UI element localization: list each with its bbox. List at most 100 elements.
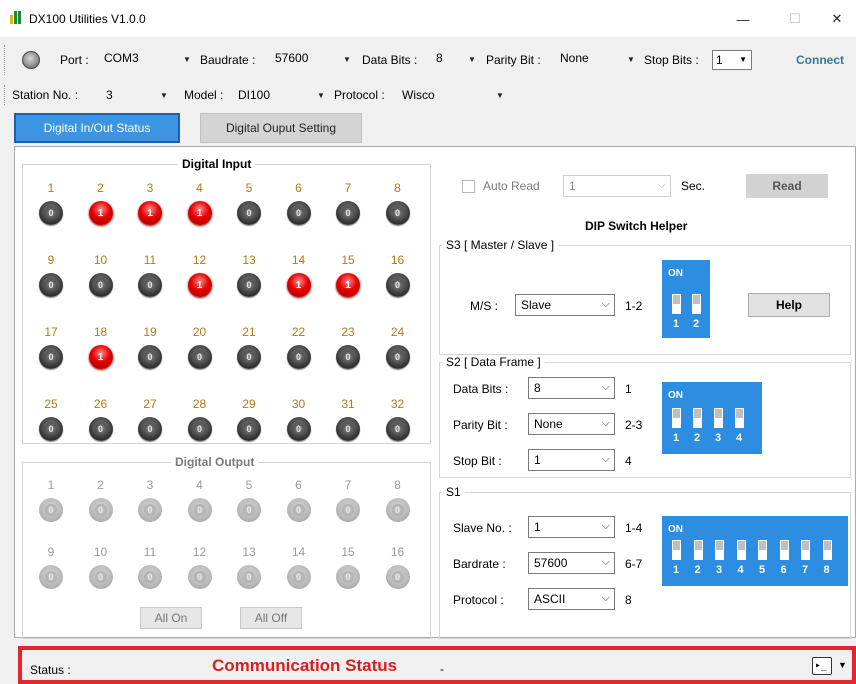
all-off-button[interactable]: All Off bbox=[240, 607, 302, 629]
digital-input-number: 10 bbox=[93, 253, 108, 267]
dip-switch-toggle bbox=[672, 408, 681, 428]
auto-read-interval-select[interactable]: 1 ⌵ bbox=[563, 175, 671, 197]
maximize-button[interactable]: ☐ bbox=[772, 6, 818, 32]
baudrate-chevron-down-icon[interactable]: ▼ bbox=[343, 55, 351, 64]
parity-select[interactable]: None bbox=[560, 51, 589, 65]
dip-switch-toggle bbox=[801, 540, 810, 560]
window-title: DX100 Utilities V1.0.0 bbox=[29, 12, 146, 26]
s2-title: S2 [ Data Frame ] bbox=[442, 355, 545, 369]
help-button[interactable]: Help bbox=[748, 293, 830, 317]
close-button[interactable]: ✕ bbox=[818, 6, 856, 32]
bardrate-label: Bardrate : bbox=[453, 557, 506, 571]
digital-output-led-button[interactable]: 0 bbox=[336, 498, 360, 522]
dip-switch-number: 2 bbox=[692, 318, 700, 330]
digital-input-number: 28 bbox=[192, 397, 207, 411]
baudrate-select[interactable]: 57600 bbox=[275, 51, 308, 65]
port-select[interactable]: COM3 bbox=[104, 51, 139, 65]
digital-input-led-icon: 1 bbox=[286, 273, 311, 297]
dip-switch-toggle bbox=[736, 540, 746, 560]
digital-output-number: 15 bbox=[341, 545, 355, 559]
digital-input-number: 24 bbox=[390, 325, 405, 339]
digital-output-led-button[interactable]: 0 bbox=[237, 565, 261, 589]
console-chevron-down-icon[interactable]: ▼ bbox=[838, 660, 847, 670]
digital-output-number: 10 bbox=[93, 545, 108, 559]
protocol-chevron-down-icon[interactable]: ▼ bbox=[496, 91, 504, 100]
digital-input-led-icon: 0 bbox=[336, 345, 360, 369]
digital-input-number: 22 bbox=[291, 325, 306, 339]
digital-input-led-icon: 1 bbox=[138, 201, 162, 225]
port-chevron-down-icon[interactable]: ▼ bbox=[183, 55, 191, 64]
led-state-value: 0 bbox=[391, 504, 404, 516]
s1-title: S1 bbox=[442, 485, 465, 499]
toolbar-grip[interactable] bbox=[4, 45, 6, 75]
ms-value: Slave bbox=[521, 298, 552, 312]
stop-bit-pins: 4 bbox=[625, 454, 632, 468]
ms-select[interactable]: Slave ⌵ bbox=[515, 294, 615, 316]
parity-label: Parity Bit : bbox=[486, 53, 541, 67]
digital-output-led-button[interactable]: 0 bbox=[187, 565, 212, 589]
digital-input-led-icon: 0 bbox=[88, 417, 113, 441]
digital-output-led-button[interactable]: 0 bbox=[138, 498, 162, 522]
digital-input-number: 15 bbox=[341, 253, 355, 267]
led-state-value: 0 bbox=[243, 207, 255, 219]
app-logo-icon bbox=[10, 11, 24, 24]
minimize-button[interactable]: — bbox=[720, 6, 766, 32]
tab-digital-in-out-status[interactable]: Digital In/Out Status bbox=[14, 113, 180, 143]
digital-output-led-button[interactable]: 0 bbox=[237, 498, 261, 522]
station-select[interactable]: 3 bbox=[106, 88, 113, 102]
model-select[interactable]: DI100 bbox=[238, 88, 270, 102]
dip-switch-number: 8 bbox=[823, 564, 830, 576]
parity-chevron-down-icon[interactable]: ▼ bbox=[627, 55, 635, 64]
connect-button[interactable]: Connect bbox=[796, 53, 844, 67]
digital-output-led-button[interactable]: 0 bbox=[88, 565, 113, 589]
parity-bit-label: Parity Bit : bbox=[453, 418, 508, 432]
station-chevron-down-icon[interactable]: ▼ bbox=[160, 91, 168, 100]
auto-read-checkbox[interactable] bbox=[462, 180, 475, 193]
digital-input-number: 8 bbox=[394, 181, 401, 195]
stopbits-select[interactable]: 1 ▼ bbox=[712, 50, 752, 70]
s1-group: S1 Slave No. : 1 ⌵ 1-4 Bardrate : 57600 … bbox=[439, 485, 851, 639]
digital-input-number: 1 bbox=[47, 181, 55, 195]
read-button[interactable]: Read bbox=[746, 174, 828, 198]
stopbits-value: 1 bbox=[716, 53, 723, 67]
toolbar-grip[interactable] bbox=[4, 85, 6, 105]
slave-no-select[interactable]: 1 ⌵ bbox=[528, 516, 615, 538]
led-state-value: 0 bbox=[342, 423, 354, 435]
communication-status-title: Communication Status bbox=[212, 656, 398, 675]
digital-output-led-button[interactable]: 0 bbox=[138, 565, 162, 589]
digital-output-led-button[interactable]: 0 bbox=[286, 498, 311, 522]
digital-output-led-button[interactable]: 0 bbox=[286, 565, 311, 589]
digital-output-led-button[interactable]: 0 bbox=[39, 498, 63, 522]
digital-input-number: 5 bbox=[245, 181, 253, 195]
digital-output-led-button[interactable]: 0 bbox=[187, 498, 212, 522]
console-icon[interactable]: ▸_ bbox=[812, 657, 832, 675]
parity-bit-select[interactable]: None ⌵ bbox=[528, 413, 615, 435]
status-label: Status : bbox=[30, 663, 71, 677]
bardrate-select[interactable]: 57600 ⌵ bbox=[528, 552, 615, 574]
databits-select[interactable]: 8 bbox=[436, 51, 443, 65]
stop-bit-select[interactable]: 1 ⌵ bbox=[528, 449, 615, 471]
digital-output-title: Digital Output bbox=[171, 455, 259, 469]
digital-output-led-button[interactable]: 0 bbox=[385, 565, 410, 589]
all-on-button[interactable]: All On bbox=[140, 607, 202, 629]
digital-input-number: 4 bbox=[196, 181, 203, 195]
tab-digital-output-setting[interactable]: Digital Ouput Setting bbox=[200, 113, 362, 143]
digital-input-led-icon: 0 bbox=[237, 201, 261, 225]
protocol-select[interactable]: Wisco bbox=[402, 88, 435, 102]
model-chevron-down-icon[interactable]: ▼ bbox=[317, 91, 325, 100]
digital-input-led-icon: 1 bbox=[187, 201, 212, 225]
data-bits-select[interactable]: 8 ⌵ bbox=[528, 377, 615, 399]
digital-output-led-button[interactable]: 0 bbox=[39, 565, 63, 589]
digital-output-led-button[interactable]: 0 bbox=[88, 498, 113, 522]
dip-switch-number: 3 bbox=[715, 564, 723, 576]
protocol-select[interactable]: ASCII ⌵ bbox=[528, 588, 615, 610]
databits-chevron-down-icon[interactable]: ▼ bbox=[468, 55, 476, 64]
dip-switch-number: 6 bbox=[780, 564, 787, 576]
digital-output-led-button[interactable]: 0 bbox=[336, 565, 360, 589]
led-state-value: 0 bbox=[292, 423, 305, 435]
device-toolbar: Station No. : 3 ▼ Model : DI100 ▼ Protoc… bbox=[0, 81, 856, 109]
dip-switch-toggle bbox=[758, 540, 767, 560]
digital-output-led-button[interactable]: 0 bbox=[385, 498, 410, 522]
dip-switch-number: 4 bbox=[735, 432, 743, 444]
dip-switch-toggle bbox=[779, 540, 789, 560]
